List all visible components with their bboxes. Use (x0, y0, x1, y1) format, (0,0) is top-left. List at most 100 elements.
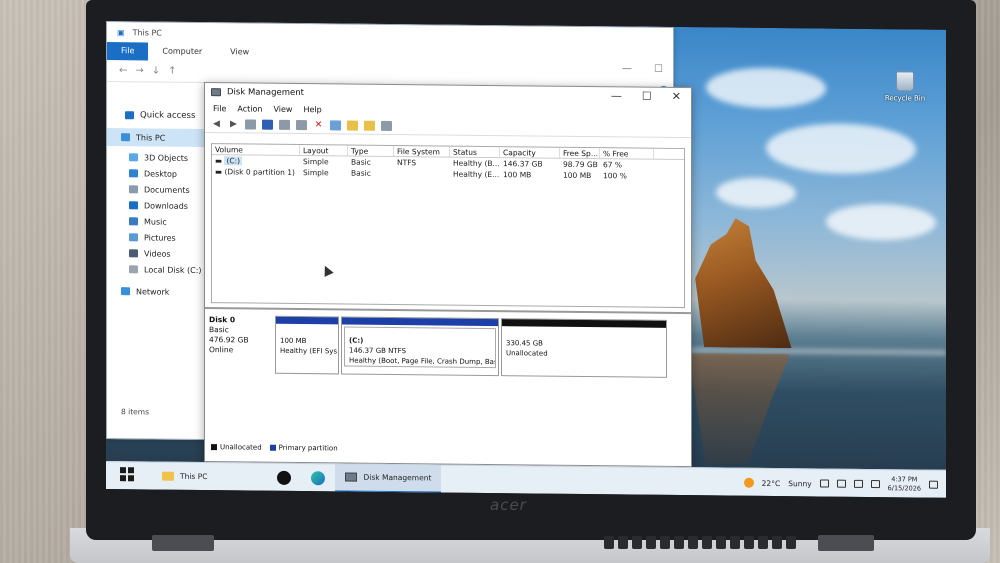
sidebar-item-quick-access[interactable]: Quick access (107, 104, 217, 127)
disk-management-window[interactable]: Disk Management — ☐ ✕ File Action View H… (204, 82, 692, 468)
sidebar-item-label: 3D Objects (144, 152, 189, 163)
clock-time: 4:37 PM (891, 475, 918, 484)
computer-icon (121, 133, 130, 142)
forward-arrow-icon[interactable]: → (135, 65, 143, 76)
column-header[interactable]: Type (348, 145, 394, 157)
console-icon[interactable] (279, 119, 290, 130)
language-icon[interactable] (870, 480, 880, 489)
close-button[interactable]: ✕ (672, 90, 681, 103)
taskbar-item-edge[interactable] (301, 464, 335, 492)
sidebar-item-pictures[interactable]: Pictures (107, 229, 217, 246)
sidebar-item-music[interactable]: Music (107, 213, 217, 230)
column-header[interactable]: % Free (600, 148, 654, 159)
keyboard-vents (604, 536, 796, 549)
partition-legend: Unallocated Primary partition (211, 443, 338, 452)
column-header[interactable]: Status (450, 146, 500, 158)
disk-layout-pane: Disk 0 Basic 476.92 GB Online 100 MB Hea… (205, 307, 691, 445)
recycle-bin-icon[interactable]: Recycle Bin (880, 71, 930, 103)
sidebar-item-documents[interactable]: Documents (107, 181, 217, 198)
column-header[interactable]: Free Sp... (560, 147, 600, 159)
status-cell: Healthy (E... (453, 169, 500, 180)
folder-icon[interactable] (347, 120, 358, 131)
column-header[interactable]: Layout (300, 145, 348, 156)
delete-icon[interactable]: ✕ (313, 120, 324, 130)
sun-icon[interactable] (743, 477, 754, 488)
partition-unallocated[interactable]: 330.45 GB Unallocated (501, 318, 667, 378)
tab-computer[interactable]: Computer (148, 42, 216, 61)
notification-icon[interactable] (929, 480, 938, 489)
volume-list[interactable]: Volume Layout Type File System Status Ca… (211, 143, 685, 309)
clock[interactable]: 4:37 PM 6/15/2026 (888, 475, 921, 493)
help-icon[interactable] (262, 119, 273, 130)
menu-view[interactable]: View (273, 104, 292, 113)
sidebar-item-label: Quick access (140, 110, 196, 121)
column-header[interactable]: Volume (212, 144, 300, 156)
sidebar-item-local-disk[interactable]: Local Disk (C:) (107, 261, 217, 278)
maximize-button[interactable]: ☐ (654, 64, 663, 75)
free-cell: 100 MB (563, 170, 592, 181)
properties-icon[interactable] (245, 118, 256, 130)
weather-temp[interactable]: 22°C (762, 478, 781, 487)
sidebar-item-videos[interactable]: Videos (107, 245, 217, 262)
sidebar-item-desktop[interactable]: Desktop (107, 165, 217, 182)
download-icon (129, 201, 138, 210)
column-header[interactable]: File System (394, 146, 450, 157)
capacity-cell: 146.37 GB (503, 159, 543, 169)
check-icon[interactable] (330, 119, 341, 130)
tiktok-icon (277, 470, 292, 485)
volume-name: (C:) (224, 156, 243, 166)
menu-help[interactable]: Help (303, 105, 321, 114)
up-arrow-icon[interactable]: ↑ (168, 66, 176, 77)
sidebar-item-label: Local Disk (C:) (144, 264, 202, 275)
connect-icon[interactable] (296, 119, 307, 130)
partition-c[interactable]: (C:) 146.37 GB NTFS Healthy (Boot, Page … (341, 316, 499, 377)
picture-icon (129, 233, 138, 242)
volume-cell: ▬ (C:) (215, 156, 243, 166)
search-icon[interactable] (364, 120, 375, 131)
maximize-button[interactable]: ☐ (642, 90, 652, 103)
back-arrow-icon[interactable]: ◀ (211, 119, 222, 129)
minimize-button[interactable]: — (611, 89, 622, 102)
free-cell: 98.79 GB (563, 159, 598, 170)
taskbar-item-disk-management[interactable]: Disk Management (335, 463, 442, 494)
weather-desc[interactable]: Sunny (788, 479, 811, 488)
partition-size: 100 MB (280, 336, 307, 346)
menu-file[interactable]: File (213, 104, 226, 113)
taskbar-item-this-pc[interactable]: This PC (152, 462, 217, 491)
start-button[interactable] (120, 466, 138, 485)
view-icon[interactable] (381, 120, 392, 131)
partition-efi[interactable]: 100 MB Healthy (EFI Sys (275, 315, 339, 375)
fs-cell (394, 168, 450, 180)
fs-cell: NTFS (397, 158, 417, 168)
volume-icon[interactable] (853, 479, 863, 488)
taskbar-item-tiktok[interactable] (267, 463, 301, 491)
hinge-right (818, 535, 874, 551)
menu-action[interactable]: Action (237, 104, 262, 113)
toolbar: ◀ ▶ ✕ (205, 115, 691, 139)
recent-chevron-icon[interactable]: ↓ (152, 65, 160, 76)
recycle-bin-label: Recycle Bin (884, 94, 926, 103)
hinge-left (152, 535, 214, 551)
sidebar-item-downloads[interactable]: Downloads (107, 197, 217, 214)
disk-0-label[interactable]: Disk 0 Basic 476.92 GB Online (209, 315, 275, 380)
sidebar-item-this-pc[interactable]: This PC (107, 128, 217, 148)
network-icon[interactable] (836, 479, 846, 488)
tab-view[interactable]: View (216, 43, 263, 61)
back-arrow-icon[interactable]: ← (119, 65, 127, 76)
disk-name: Disk 0 (209, 315, 236, 325)
cube-icon (129, 153, 138, 162)
forward-arrow-icon[interactable]: ▶ (228, 119, 239, 129)
sidebar-item-3d-objects[interactable]: 3D Objects (107, 149, 217, 166)
explorer-status-count: 8 items (121, 407, 150, 417)
sidebar-item-network[interactable]: Network (107, 283, 217, 300)
tab-file[interactable]: File (107, 42, 149, 61)
sidebar-item-label: Music (144, 216, 167, 227)
sidebar-item-label: Pictures (144, 232, 176, 243)
column-header[interactable]: Capacity (500, 147, 560, 158)
disk-management-icon (211, 88, 221, 97)
pct-free-cell: 67 % (603, 160, 623, 170)
legend-primary: Primary partition (269, 444, 338, 452)
laptop-logo: acer (490, 496, 527, 514)
battery-icon[interactable] (819, 479, 829, 488)
minimize-button[interactable]: — (622, 63, 632, 74)
